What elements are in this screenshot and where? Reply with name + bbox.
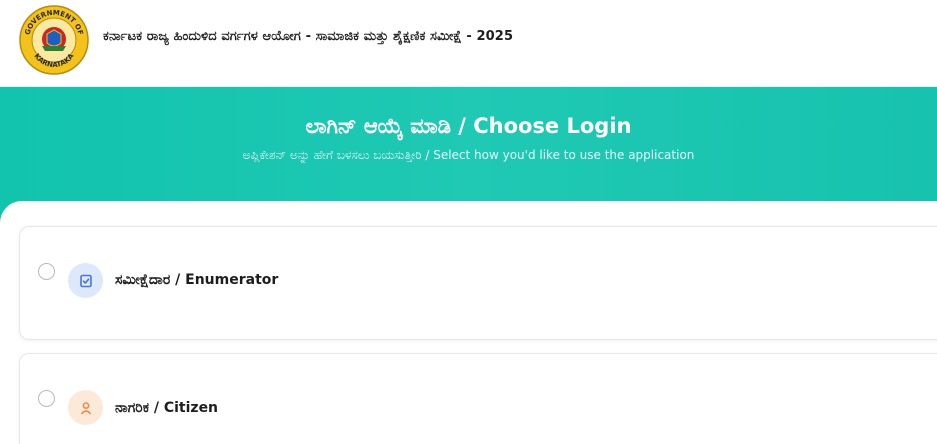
app-title: ಕರ್ನಾಟಕ ರಾಜ್ಯ ಹಿಂದುಳಿದ ವರ್ಗಗಳ ಆಯೋಗ - ಸಾಮ… <box>103 29 514 44</box>
enumerator-option-card[interactable]: ಸಮೀಕ್ಷೆದಾರ / Enumerator <box>19 226 937 340</box>
checklist-icon <box>68 263 103 298</box>
citizen-radio[interactable] <box>38 390 55 407</box>
person-icon <box>68 390 103 425</box>
citizen-label: ನಾಗರಿಕ / Citizen <box>115 400 219 416</box>
banner-subtitle: ಅಪ್ಲಿಕೇಶನ್ ಅನ್ನು ಹೇಗೆ ಬಳಸಲು ಬಯಸುತ್ತೀರಿ /… <box>242 148 695 162</box>
enumerator-label: ಸಮೀಕ್ಷೆದಾರ / Enumerator <box>115 272 279 288</box>
citizen-option-card[interactable]: ನಾಗರಿಕ / Citizen <box>19 353 937 444</box>
top-header: GOVERNMENT OF KARNATAKA ಕರ್ನಾಟಕ ರಾಜ್ಯ ಹಿ… <box>0 0 937 87</box>
karnataka-emblem-icon: GOVERNMENT OF KARNATAKA <box>18 4 90 76</box>
enumerator-radio[interactable] <box>38 263 55 280</box>
banner-title: ಲಾಗಿನ್ ಆಯ್ಕೆ ಮಾಡಿ / Choose Login <box>305 114 632 138</box>
